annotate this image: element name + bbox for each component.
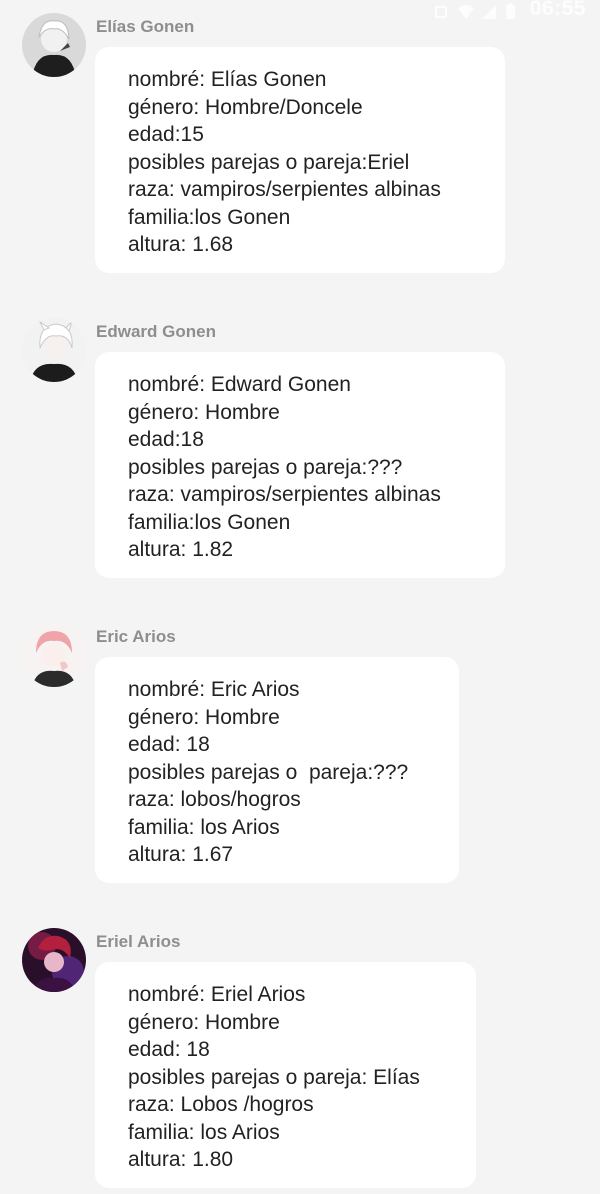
avatar-icon: [22, 13, 86, 77]
message-line: raza: vampiros/serpientes albinas: [128, 178, 441, 201]
sender-name[interactable]: Elías Gonen: [96, 17, 194, 37]
message-line: género: Hombre: [128, 705, 280, 729]
avatar[interactable]: [22, 318, 86, 382]
message-line: raza: vampiros/serpientes albinas: [128, 483, 441, 506]
sender-name[interactable]: Eric Arios: [96, 627, 176, 647]
avatar[interactable]: [22, 13, 86, 77]
message-line: posibles parejas o pareja:???: [128, 455, 403, 479]
message-line: nombré: Eric Arios: [128, 678, 300, 701]
message-line: altura: 1.68: [128, 233, 234, 256]
message-item: Eric Arios nombré: Eric Arios género: Ho…: [0, 623, 600, 885]
message-line: familia: los Arios: [128, 1120, 280, 1144]
message-line: posibles parejas o pareja:Eriel: [128, 150, 410, 174]
message-line: género: Hombre: [128, 400, 280, 424]
message-line: raza: Lobos /hogros: [128, 1093, 314, 1116]
message-bubble[interactable]: nombré: Eriel Arios género: Hombre edad:…: [95, 962, 476, 1188]
message-line: altura: 1.80: [128, 1148, 234, 1171]
message-bubble[interactable]: nombré: Edward Gonen género: Hombre edad…: [95, 352, 505, 578]
message-line: género: Hombre: [128, 1010, 280, 1034]
message-line: edad:15: [128, 123, 204, 146]
avatar[interactable]: [22, 928, 86, 992]
message-line: familia:los Gonen: [128, 205, 291, 229]
message-item: Eriel Arios nombré: Eriel Arios género: …: [0, 928, 600, 1190]
message-line: edad: 18: [128, 1038, 210, 1061]
message-line: edad:18: [128, 428, 204, 451]
sender-name[interactable]: Edward Gonen: [96, 322, 216, 342]
message-line: nombré: Elías Gonen: [128, 68, 327, 91]
message-item: Edward Gonen nombré: Edward Gonen género…: [0, 318, 600, 580]
message-line: familia:los Gonen: [128, 510, 291, 534]
message-line: familia: los Arios: [128, 815, 280, 839]
avatar-icon: [22, 928, 86, 992]
message-bubble[interactable]: nombré: Eric Arios género: Hombre edad: …: [95, 657, 459, 883]
avatar-icon: [22, 318, 86, 382]
message-line: raza: lobos/hogros: [128, 788, 301, 811]
avatar-icon: [22, 623, 86, 687]
message-line: edad: 18: [128, 733, 210, 756]
message-item: Elías Gonen nombré: Elías Gonen género: …: [0, 13, 600, 275]
message-line: nombré: Eriel Arios: [128, 983, 306, 1006]
message-line: altura: 1.82: [128, 538, 234, 561]
message-line: posibles parejas o pareja: Elías: [128, 1065, 420, 1089]
avatar[interactable]: [22, 623, 86, 687]
message-bubble[interactable]: nombré: Elías Gonen género: Hombre/Donce…: [95, 47, 505, 273]
message-line: nombré: Edward Gonen: [128, 373, 351, 396]
message-line: género: Hombre/Doncele: [128, 95, 363, 119]
message-line: posibles parejas o pareja:???: [128, 760, 409, 784]
message-line: altura: 1.67: [128, 843, 234, 866]
sender-name[interactable]: Eriel Arios: [96, 932, 180, 952]
